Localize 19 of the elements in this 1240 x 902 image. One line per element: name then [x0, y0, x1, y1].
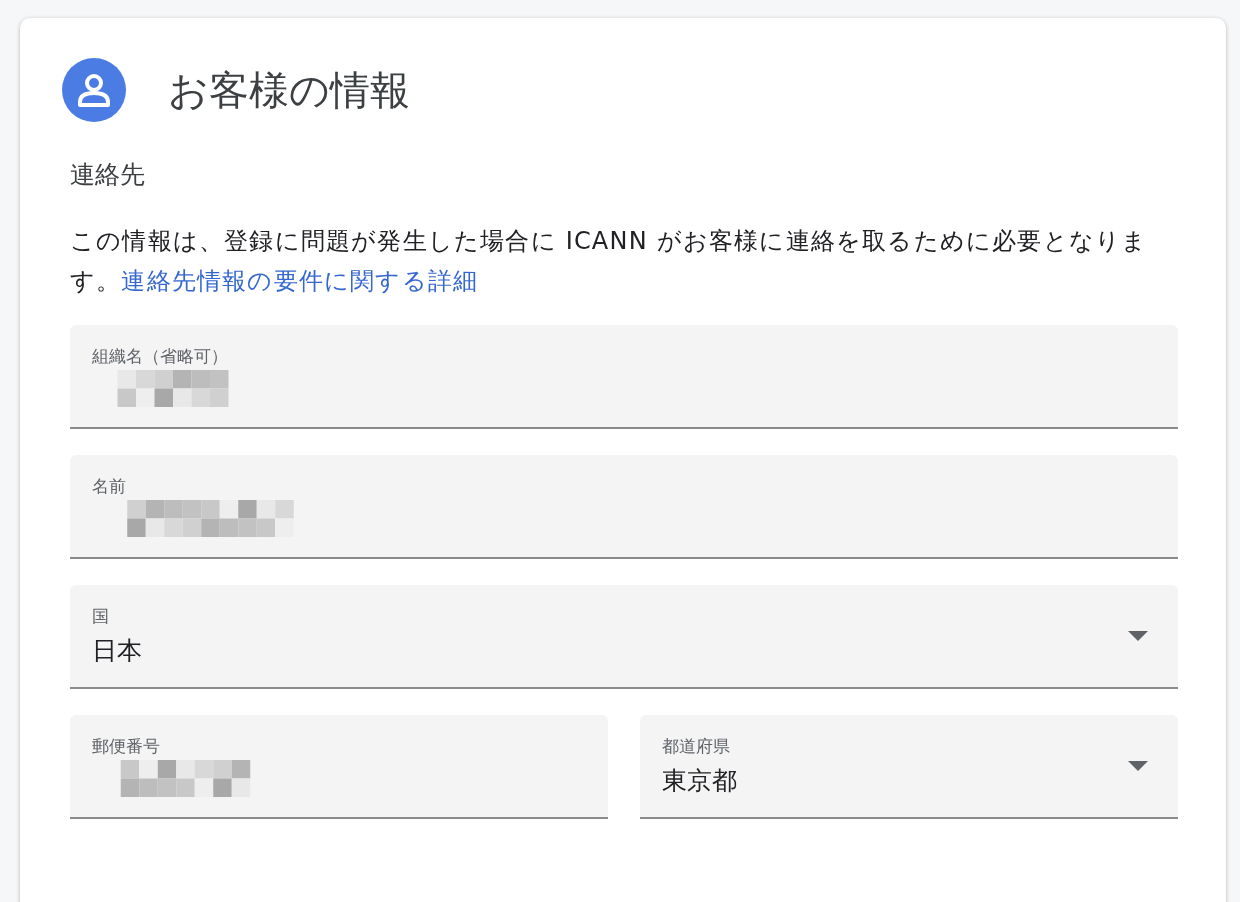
field-value: 日本	[92, 635, 142, 667]
dropdown-arrow-icon	[1128, 761, 1148, 771]
field-value: 東京都	[662, 765, 737, 797]
card-title: お客様の情報	[168, 65, 410, 115]
person-icon	[62, 58, 126, 122]
description-text: この情報は、登録に問題が発生した場合に ICANN がお客様に連絡を取るために必要となります。連絡先情報の要件に関する詳細	[70, 226, 1149, 297]
field-label: 国	[92, 605, 109, 628]
input-field[interactable]: 名前	[70, 455, 1178, 559]
field-label: 郵便番号	[92, 735, 160, 758]
field-label: 都道府県	[662, 735, 730, 758]
input-field[interactable]: 組織名（省略可）	[70, 325, 1178, 429]
input-field[interactable]: 郵便番号	[70, 715, 608, 819]
section-title: 連絡先	[70, 159, 146, 191]
dropdown-arrow-icon	[1128, 631, 1148, 641]
field-label: 組織名（省略可）	[92, 345, 228, 368]
select-field[interactable]: 国 日本	[70, 585, 1178, 689]
details-link[interactable]: 連絡先情報の要件に関する詳細	[121, 267, 479, 295]
select-field[interactable]: 都道府県 東京都	[640, 715, 1178, 819]
field-label: 名前	[92, 475, 126, 498]
